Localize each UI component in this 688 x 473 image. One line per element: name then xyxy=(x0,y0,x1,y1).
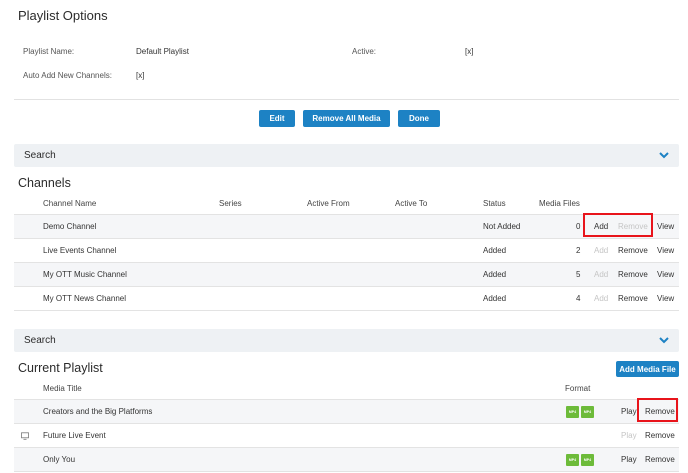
search-label: Search xyxy=(24,150,56,161)
search-label: Search xyxy=(24,335,56,346)
playlist-name-label: Playlist Name: xyxy=(23,47,75,56)
search-bar-channels[interactable]: Search xyxy=(14,144,679,167)
search-bar-playlist[interactable]: Search xyxy=(14,329,679,352)
remove-all-media-button[interactable]: Remove All Media xyxy=(303,110,390,127)
media-title: Future Live Event xyxy=(43,431,106,440)
active-label: Active: xyxy=(352,47,377,56)
channels-title: Channels xyxy=(18,176,71,190)
auto-add-label: Auto Add New Channels: xyxy=(23,71,112,80)
media-title: Only You xyxy=(43,455,76,464)
remove-media-button[interactable]: Remove xyxy=(645,407,675,416)
playlist-name-value: Default Playlist xyxy=(136,47,189,56)
playlist-header-row xyxy=(14,377,679,400)
remove-media-button[interactable]: Remove xyxy=(645,455,675,464)
play-button[interactable]: Play xyxy=(621,407,637,416)
table-row: My OTT News Channel Added 4 Add Remove V… xyxy=(14,287,679,311)
page-title: Playlist Options xyxy=(18,8,108,23)
add-channel-button: Add xyxy=(594,294,609,303)
channel-name: My OTT News Channel xyxy=(43,294,126,303)
channel-status: Added xyxy=(483,294,507,303)
playlist-options-panel: Playlist Name: Default Playlist Active: … xyxy=(14,34,679,100)
view-channel-button[interactable]: View xyxy=(657,270,674,279)
current-playlist-title: Current Playlist xyxy=(18,361,103,375)
auto-add-value: [x] xyxy=(136,71,145,80)
list-item: Only You MP4 MP4 Play Remove xyxy=(14,448,679,472)
channel-name: Demo Channel xyxy=(43,222,97,231)
remove-channel-button: Remove xyxy=(618,222,648,231)
active-value: [x] xyxy=(465,47,474,56)
remove-channel-button[interactable]: Remove xyxy=(618,270,648,279)
play-button[interactable]: Play xyxy=(621,455,637,464)
list-item: Creators and the Big Platforms MP4 MP4 P… xyxy=(14,400,679,424)
view-channel-button[interactable]: View xyxy=(657,294,674,303)
channel-media-count: 0 xyxy=(576,222,581,231)
chevron-down-icon[interactable] xyxy=(659,150,669,160)
add-channel-button: Add xyxy=(594,270,609,279)
channel-status: Added xyxy=(483,246,507,255)
remove-channel-button[interactable]: Remove xyxy=(618,246,648,255)
channels-header-row xyxy=(14,192,679,215)
add-media-file-button[interactable]: Add Media File xyxy=(616,361,679,377)
channel-name: My OTT Music Channel xyxy=(43,270,127,279)
channel-media-count: 5 xyxy=(576,270,581,279)
channel-media-count: 2 xyxy=(576,246,581,255)
table-row: Demo Channel Not Added 0 Add Remove View xyxy=(14,215,679,239)
channel-name: Live Events Channel xyxy=(43,246,117,255)
table-row: My OTT Music Channel Added 5 Add Remove … xyxy=(14,263,679,287)
channel-media-count: 4 xyxy=(576,294,581,303)
live-tv-icon xyxy=(21,432,29,440)
done-button[interactable]: Done xyxy=(398,110,440,127)
list-item: Future Live Event Play Remove xyxy=(14,424,679,448)
media-title: Creators and the Big Platforms xyxy=(43,407,153,416)
play-button: Play xyxy=(621,431,637,440)
mp4-format-icon: MP4 xyxy=(581,454,594,466)
channel-status: Not Added xyxy=(483,222,521,231)
remove-media-button[interactable]: Remove xyxy=(645,431,675,440)
edit-button[interactable]: Edit xyxy=(259,110,295,127)
channel-status: Added xyxy=(483,270,507,279)
view-channel-button[interactable]: View xyxy=(657,222,674,231)
remove-channel-button[interactable]: Remove xyxy=(618,294,648,303)
table-row: Live Events Channel Added 2 Add Remove V… xyxy=(14,239,679,263)
add-channel-button[interactable]: Add xyxy=(594,222,608,231)
mp4-format-icon: MP4 xyxy=(581,406,594,418)
add-channel-button: Add xyxy=(594,246,609,255)
mp4-format-icon: MP4 xyxy=(566,454,579,466)
chevron-down-icon[interactable] xyxy=(659,335,669,345)
view-channel-button[interactable]: View xyxy=(657,246,674,255)
mp4-format-icon: MP4 xyxy=(566,406,579,418)
